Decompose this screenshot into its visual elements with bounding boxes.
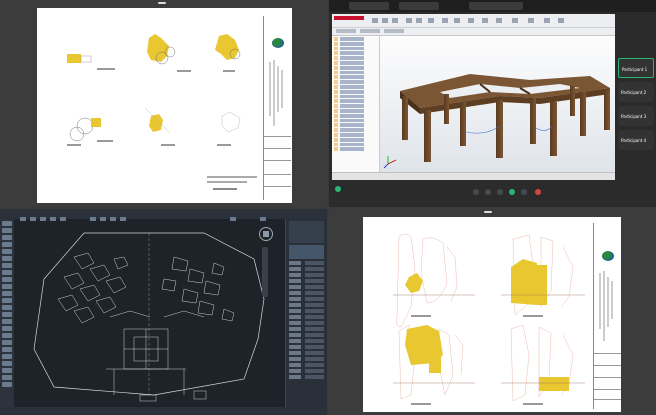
participant-tile-3[interactable]: Participant 3: [618, 106, 654, 126]
tab-1[interactable]: [349, 2, 389, 10]
layer-preview: [289, 221, 324, 243]
participant-tile-4[interactable]: Participant 4: [618, 130, 654, 150]
page-indicator[interactable]: [484, 211, 492, 213]
page-indicator[interactable]: [158, 2, 166, 4]
browser-tabbar: [329, 0, 656, 12]
parcel-detail-5: [144, 107, 175, 146]
drawing-sheet: [363, 217, 621, 412]
meeting-toolbar: [329, 183, 656, 207]
participants-icon[interactable]: [509, 189, 515, 195]
navigation-bar[interactable]: [262, 247, 268, 297]
share-icon[interactable]: [497, 189, 503, 195]
participant-name: Participant 3: [621, 114, 647, 119]
feature-tree[interactable]: [332, 36, 380, 172]
graphics-viewport[interactable]: [380, 36, 615, 172]
shared-screen-top-right: Participant 1 Participant 2 Participant …: [329, 0, 656, 207]
participant-name: Participant 4: [621, 138, 647, 143]
title-block: [263, 16, 291, 200]
parcel-detail-2: [147, 34, 191, 72]
cad-status-bar: [0, 407, 327, 415]
command-ribbon: [332, 14, 615, 36]
participant-name: Participant 2: [621, 90, 647, 95]
parcel-detail-3: [215, 34, 241, 72]
shared-screen-top-left: [0, 0, 327, 207]
parcel-detail-4: [67, 117, 113, 146]
video-icon[interactable]: [485, 189, 491, 195]
drawing-content: [67, 34, 257, 190]
company-logo-icon: [272, 38, 284, 48]
tab-2[interactable]: [399, 2, 439, 10]
viewcube-face[interactable]: [263, 231, 269, 237]
cad-drawing-area[interactable]: [14, 219, 285, 407]
drawing-sheet: [37, 8, 292, 203]
status-bar: [332, 172, 615, 180]
mic-icon[interactable]: [473, 189, 479, 195]
site-plans: [393, 233, 585, 405]
viewcube-icon[interactable]: [259, 227, 273, 241]
axis-triad-icon: [383, 156, 397, 169]
chat-icon[interactable]: [521, 189, 527, 195]
timber-frame-model: [383, 74, 610, 169]
participant-tile-1[interactable]: Participant 1: [618, 58, 654, 78]
shared-screen-bottom-right: [329, 209, 656, 415]
parcel-detail-1: [67, 54, 115, 70]
meeting-participant-panel: Participant 1 Participant 2 Participant …: [618, 58, 654, 154]
autocad-tabbar: [0, 209, 327, 221]
shared-screen-bottom-left: [0, 209, 327, 415]
company-logo-icon: [602, 251, 614, 261]
selection-box[interactable]: [289, 245, 324, 259]
solidworks-window: [332, 14, 615, 180]
participant-name: Participant 1: [622, 67, 648, 72]
end-call-icon[interactable]: [535, 189, 541, 195]
title-block: [593, 223, 621, 409]
gear-icon[interactable]: [335, 186, 341, 192]
participant-tile-2[interactable]: Participant 2: [618, 82, 654, 102]
properties-palette[interactable]: [285, 219, 327, 407]
tab-3[interactable]: [469, 2, 523, 10]
parcel-detail-6: [217, 111, 241, 146]
tool-palette[interactable]: [0, 219, 14, 407]
